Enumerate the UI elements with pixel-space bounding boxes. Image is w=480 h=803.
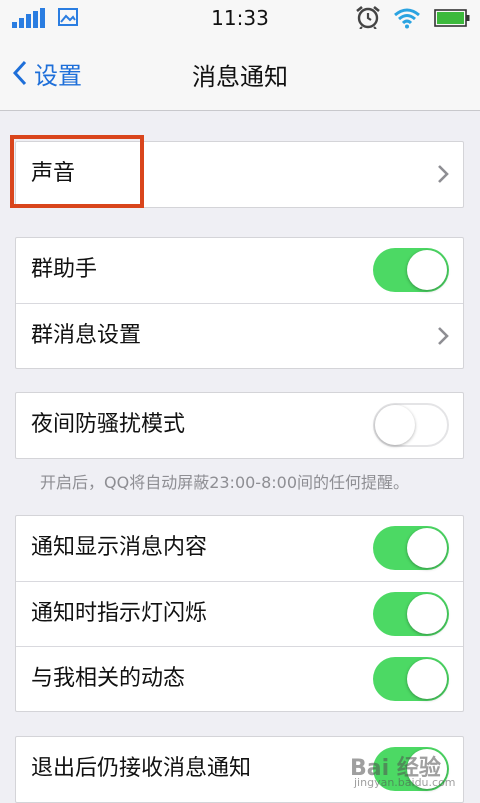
toggle-knob [407, 749, 447, 789]
nav-bar: 设置 消息通知 [0, 36, 480, 111]
toggle-knob [375, 405, 415, 445]
chevron-right-icon [438, 165, 449, 183]
row-related-activity: 与我相关的动态 [16, 646, 463, 711]
group-assistant-toggle[interactable] [373, 248, 449, 292]
show-message-content-toggle[interactable] [373, 526, 449, 570]
toggle-knob [407, 659, 447, 699]
toggle-knob [407, 594, 447, 634]
settings-group-background: 退出后仍接收消息通知 [15, 736, 464, 803]
row-label: 退出后仍接收消息通知 [31, 756, 252, 781]
indicator-light-toggle[interactable] [373, 592, 449, 636]
page-title: 消息通知 [192, 63, 288, 91]
row-group-message-settings[interactable]: 群消息设置 [16, 303, 463, 368]
highlight-box [10, 135, 144, 208]
row-label: 与我相关的动态 [31, 666, 186, 691]
toggle-knob [407, 250, 447, 290]
settings-group-notifications: 通知显示消息内容 通知时指示灯闪烁 与我相关的动态 [15, 515, 464, 712]
battery-icon [434, 9, 470, 27]
related-activity-toggle[interactable] [373, 657, 449, 701]
settings-group-night-mode: 夜间防骚扰模式 [15, 392, 464, 459]
toggle-knob [407, 528, 447, 568]
row-label: 群助手 [31, 257, 98, 282]
row-label: 夜间防骚扰模式 [31, 412, 186, 437]
wifi-icon [394, 8, 420, 29]
row-receive-after-exit: 退出后仍接收消息通知 [16, 737, 463, 802]
row-label: 通知显示消息内容 [31, 535, 208, 560]
row-label: 群消息设置 [31, 323, 142, 348]
settings-group-groups: 群助手 群消息设置 [15, 237, 464, 369]
row-label: 通知时指示灯闪烁 [31, 601, 208, 626]
night-mode-toggle[interactable] [373, 403, 449, 447]
night-mode-hint: 开启后，QQ将自动屏蔽23:00-8:00间的任何提醒。 [40, 473, 410, 492]
row-indicator-light: 通知时指示灯闪烁 [16, 581, 463, 646]
status-bar: 11:33 [0, 0, 480, 36]
row-group-assistant: 群助手 [16, 238, 463, 303]
alarm-icon [356, 5, 380, 29]
chevron-right-icon [438, 327, 449, 345]
receive-after-exit-toggle[interactable] [373, 747, 449, 791]
row-night-mode: 夜间防骚扰模式 [16, 393, 463, 458]
row-show-message-content: 通知显示消息内容 [16, 516, 463, 581]
